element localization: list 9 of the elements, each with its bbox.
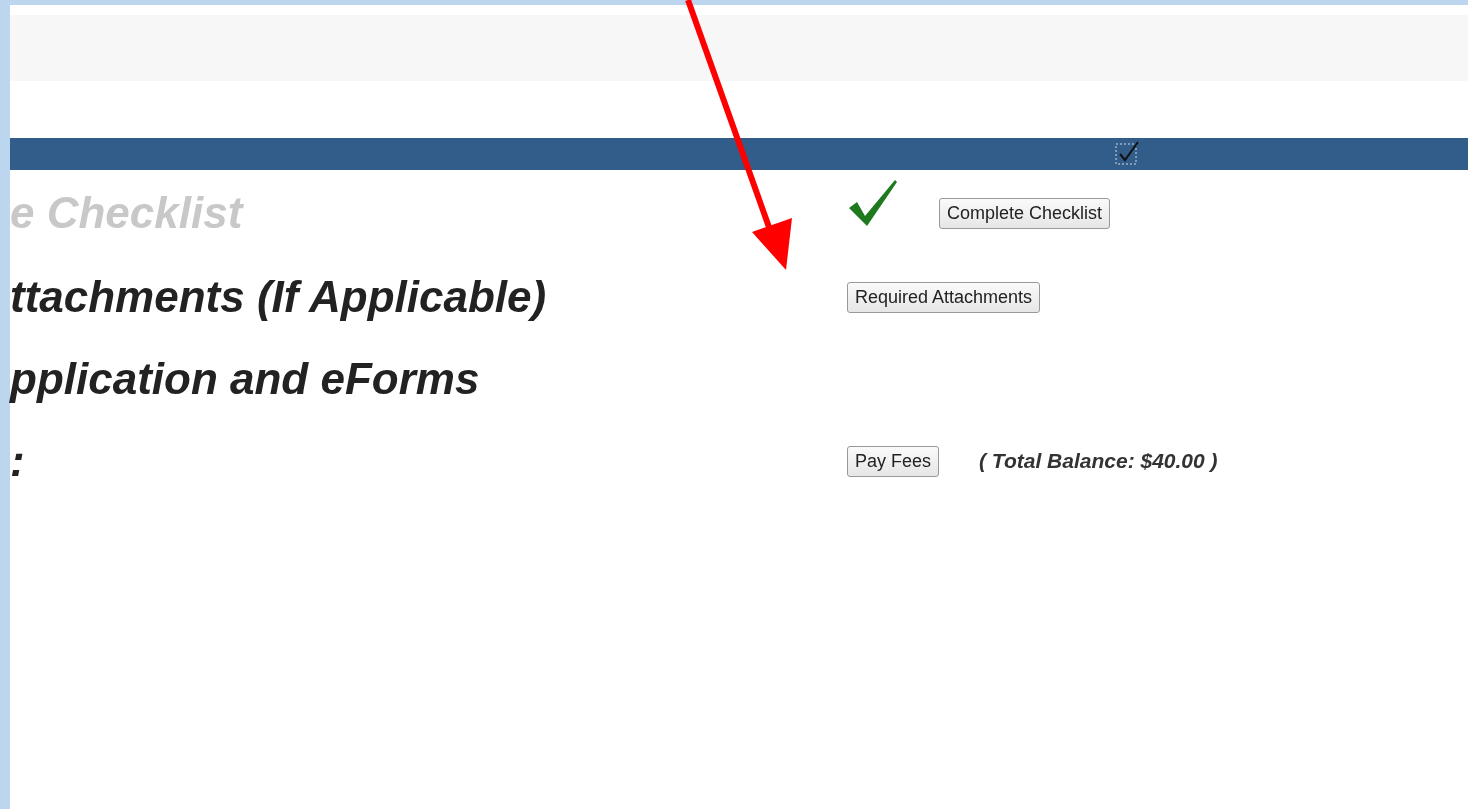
check-mark-icon <box>847 178 899 228</box>
step-title: : <box>10 436 26 486</box>
step-button[interactable]: Required Attachments <box>847 281 1041 313</box>
step-button[interactable]: Pay Fees <box>847 445 940 477</box>
step-title: pplication and eForms <box>10 354 481 404</box>
balance-note: ( Total Balance: $40.00 ) <box>979 449 1218 473</box>
step-button[interactable]: Complete Checklist <box>939 197 1111 229</box>
checkbox-icon[interactable] <box>1114 140 1140 166</box>
step-title: ttachments (If Applicable) <box>10 272 548 322</box>
